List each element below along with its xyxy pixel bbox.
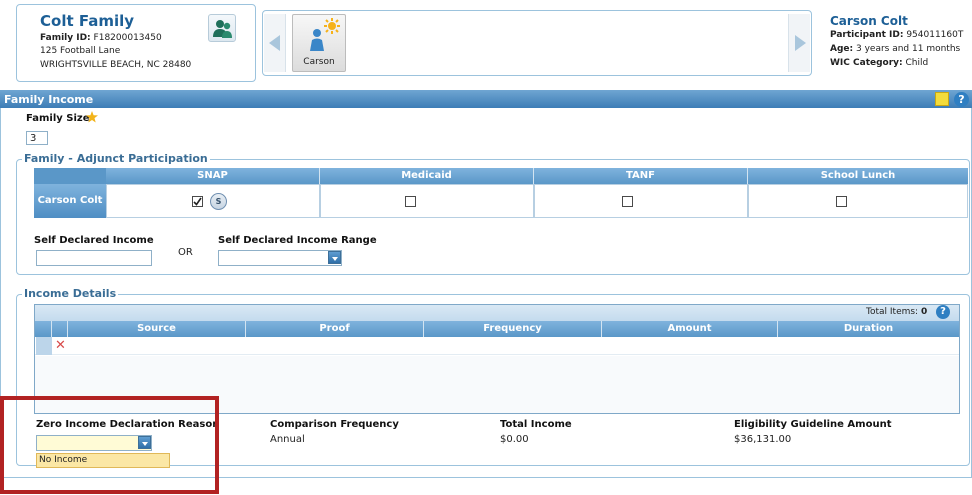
school-lunch-cell: [748, 184, 968, 218]
family-size-label: Family Size: [26, 113, 90, 124]
participant-id-value: 954011160T: [906, 30, 964, 40]
participant-age-line: Age: 3 years and 11 months: [830, 44, 960, 54]
arrow-right-icon: [795, 35, 806, 51]
tanf-cell: [534, 184, 748, 218]
participant-wic-label: WIC Category:: [830, 58, 903, 68]
delete-row-icon[interactable]: ✕: [55, 338, 66, 353]
adjunct-row-carson: Carson Colt: [34, 184, 106, 218]
chevron-down-icon[interactable]: [328, 251, 341, 264]
total-income-value: $0.00: [500, 434, 529, 445]
self-declared-range-select[interactable]: [218, 250, 342, 266]
total-items: Total Items: 0: [866, 307, 927, 317]
col-proof[interactable]: Proof: [246, 321, 424, 337]
income-details-legend: Income Details: [22, 287, 119, 300]
grid-action-header: [52, 321, 68, 337]
col-school-lunch: School Lunch: [748, 168, 968, 184]
help-icon[interactable]: ?: [954, 92, 969, 107]
participant-age-value: 3 years and 11 months: [856, 44, 961, 54]
participant-wic-line: WIC Category: Child: [830, 58, 928, 68]
school-lunch-checkbox[interactable]: [836, 196, 847, 207]
arrow-left-icon: [269, 35, 280, 51]
participant-card-label: Carson: [303, 57, 335, 67]
total-income-label: Total Income: [500, 419, 572, 430]
comparison-frequency-value: Annual: [270, 434, 305, 445]
row-selector[interactable]: [36, 337, 52, 355]
col-source[interactable]: Source: [68, 321, 246, 337]
participant-wic-value: Child: [905, 58, 929, 68]
snap-source-badge[interactable]: S: [210, 193, 227, 210]
star-icon: [86, 111, 98, 123]
family-address-line2: WRIGHTSVILLE BEACH, NC 28480: [40, 60, 192, 70]
self-declared-income-label: Self Declared Income: [34, 235, 154, 246]
family-income-titlebar: [0, 90, 972, 108]
family-name: Colt Family: [40, 12, 135, 30]
col-frequency[interactable]: Frequency: [424, 321, 602, 337]
participant-card-carson[interactable]: Carson: [292, 14, 346, 72]
participant-age-label: Age:: [830, 44, 854, 54]
note-icon[interactable]: [935, 92, 949, 106]
medicaid-cell: [320, 184, 534, 218]
col-duration[interactable]: Duration: [778, 321, 959, 337]
grid-new-row[interactable]: [35, 337, 959, 355]
total-items-value: 0: [920, 307, 928, 317]
col-tanf: TANF: [534, 168, 748, 184]
col-amount[interactable]: Amount: [602, 321, 778, 337]
family-members-icon[interactable]: [208, 14, 236, 42]
adjunct-legend: Family - Adjunct Participation: [22, 152, 210, 165]
col-snap: SNAP: [106, 168, 320, 184]
snap-checkbox[interactable]: [192, 196, 203, 207]
medicaid-checkbox[interactable]: [405, 196, 416, 207]
guideline-amount-value: $36,131.00: [734, 434, 792, 445]
highlight-annotation-box: [0, 396, 219, 494]
family-id-label: Family ID:: [40, 33, 91, 43]
carousel-prev-button[interactable]: [264, 14, 286, 72]
grid-row-selector-header: [36, 321, 52, 337]
panel-title: Family Income: [4, 93, 94, 106]
check-icon: [193, 197, 202, 206]
star-burst-icon: [324, 18, 340, 34]
grid-help-icon[interactable]: ?: [936, 305, 950, 319]
self-declared-range-label: Self Declared Income Range: [218, 235, 377, 246]
or-label: OR: [178, 247, 193, 258]
tanf-checkbox[interactable]: [622, 196, 633, 207]
self-declared-income-field[interactable]: [36, 250, 152, 266]
total-items-label: Total Items:: [866, 307, 919, 317]
participant-id-line: Participant ID: 954011160T: [830, 30, 963, 40]
grid-toolbar: [35, 305, 959, 321]
family-size-field[interactable]: 3: [26, 131, 48, 145]
family-id-line: Family ID: F18200013450: [40, 33, 162, 43]
family-id-value: F18200013450: [93, 33, 162, 43]
comparison-frequency-label: Comparison Frequency: [270, 419, 399, 430]
guideline-amount-label: Eligibility Guideline Amount: [734, 419, 892, 430]
family-address-line1: 125 Football Lane: [40, 46, 121, 56]
col-medicaid: Medicaid: [320, 168, 534, 184]
carousel-next-button[interactable]: [788, 14, 810, 72]
participant-id-label: Participant ID:: [830, 30, 904, 40]
participant-name: Carson Colt: [830, 14, 908, 28]
